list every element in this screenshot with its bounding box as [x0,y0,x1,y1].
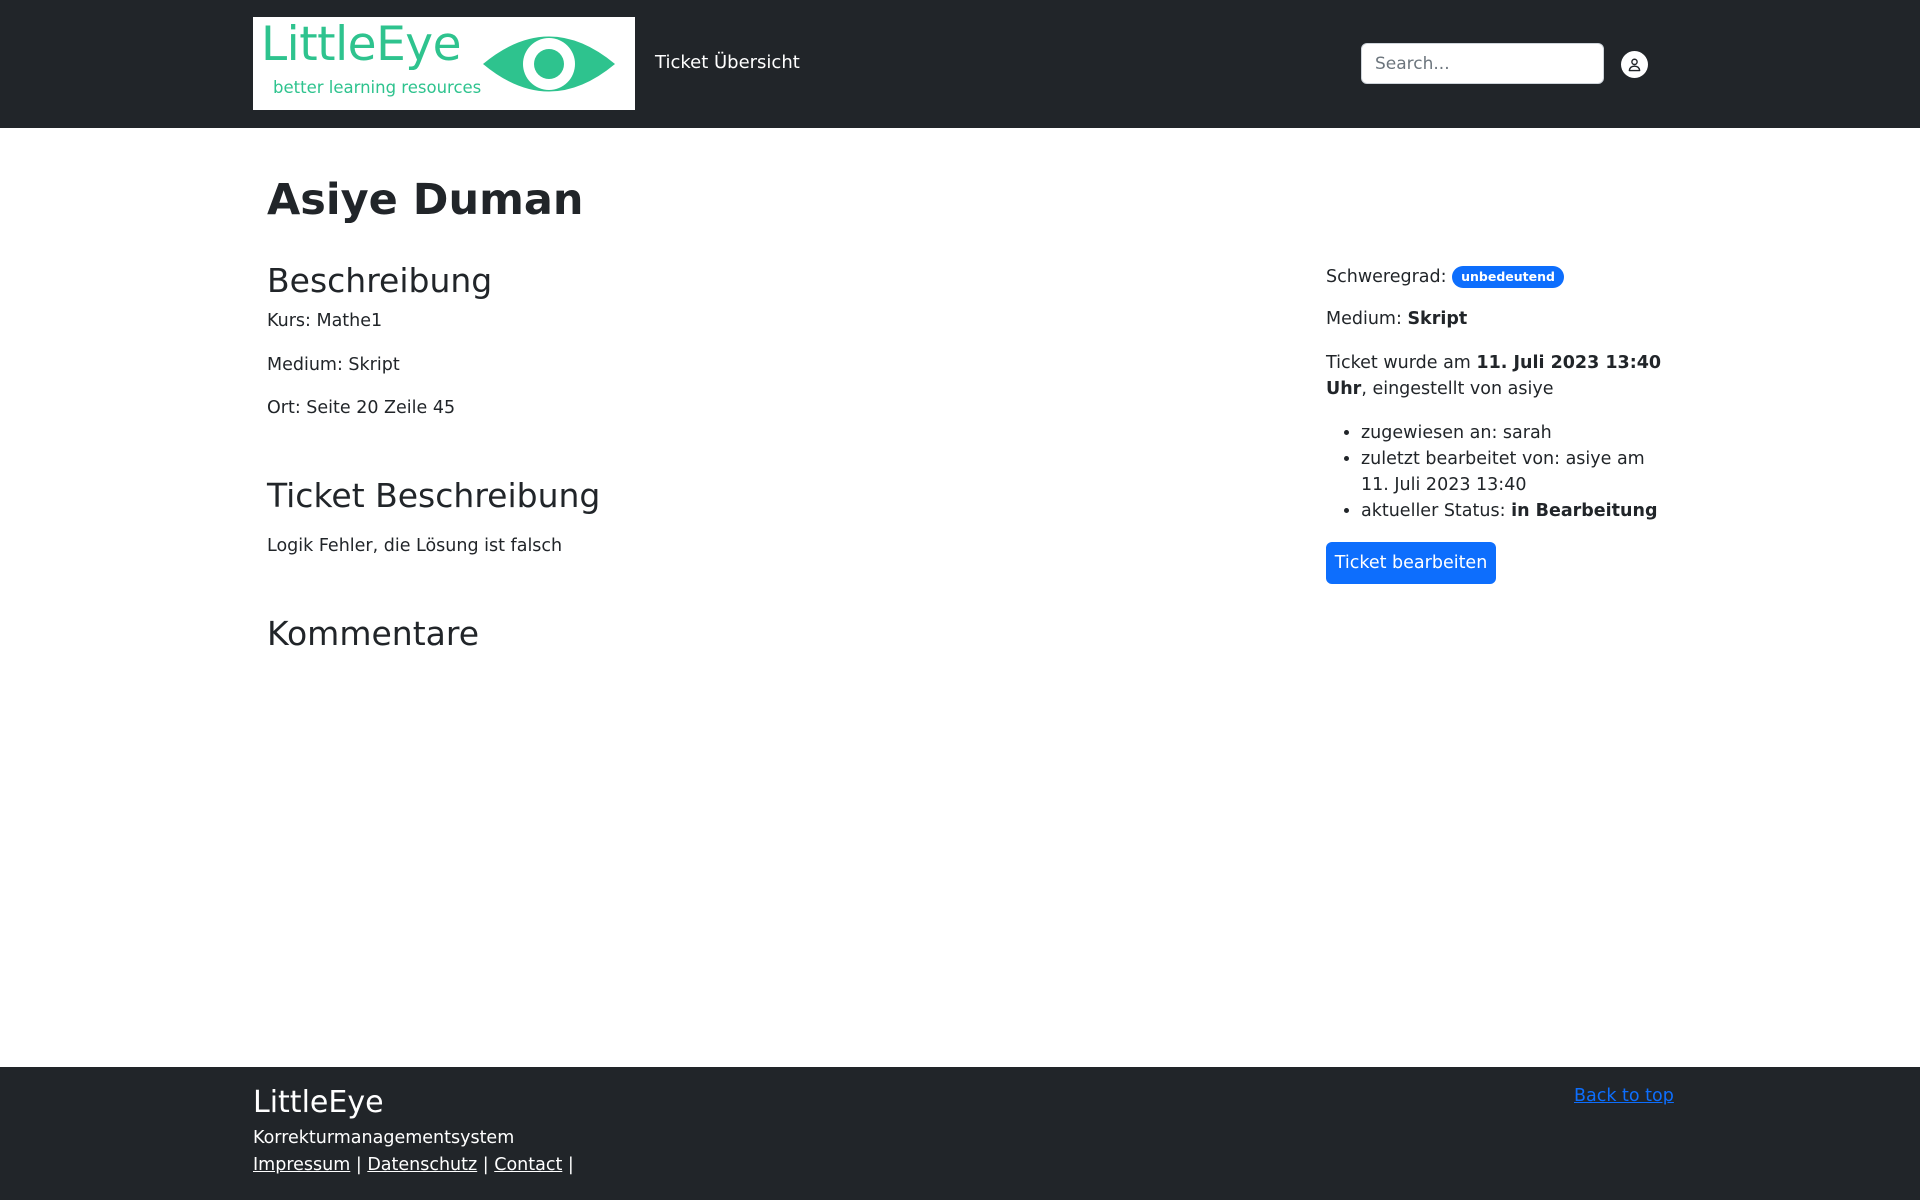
medium-row: Medium: Skript [1326,306,1467,332]
created-uhr: Uhr [1326,379,1362,399]
location-text: Ort: Seite 20 Zeile 45 [267,398,456,418]
description-heading: Beschreibung [267,261,493,300]
created-date: 11. Juli 2023 13:40 [1476,353,1662,373]
logo-title: LittleEye [261,17,462,72]
footer-subtitle: Korrekturmanagementsystem [253,1128,515,1148]
footer-link-impressum[interactable]: Impressum [253,1155,350,1175]
footer-brand: LittleEye [253,1085,384,1120]
logo-tagline: better learning resources [273,78,482,97]
severity-badge: unbedeutend [1452,266,1564,288]
medium-text: Medium: Skript [267,355,400,375]
footer-link-contact[interactable]: Contact [494,1155,562,1175]
ticket-description-heading: Ticket Beschreibung [267,476,601,515]
ticket-description-text: Logik Fehler, die Lösung ist falsch [267,536,563,556]
severity-label: Schweregrad: [1326,267,1447,287]
nav-link-ticket-overview[interactable]: Ticket Übersicht [655,51,800,75]
status-item: aktueller Status: in Bearbeitung [1361,498,1666,524]
comments-heading: Kommentare [267,614,480,653]
ticket-meta-list: zugewiesen an: sarah zuletzt bearbeitet … [1326,420,1666,524]
footer: LittleEye Korrekturmanagementsystem Impr… [0,1067,1920,1200]
last-edited-text: zuletzt bearbeitet von: asiye am 11. Jul… [1361,449,1645,495]
user-icon [1628,58,1641,72]
created-suffix: , eingestellt von asiye [1361,379,1554,399]
created-prefix: Ticket wurde am [1326,353,1471,373]
status-label: aktueller Status: [1361,501,1506,521]
medium-value: Skript [1407,309,1468,329]
edit-ticket-button[interactable]: Ticket bearbeiten [1326,542,1496,584]
severity-row: Schweregrad: unbedeutend [1326,264,1564,290]
status-value: in Bearbeitung [1511,501,1658,521]
footer-link-datenschutz[interactable]: Datenschutz [367,1155,477,1175]
footer-links: Impressum | Datenschutz | Contact | [253,1155,574,1175]
eye-icon [483,36,615,92]
course-text: Kurs: Mathe1 [267,311,383,331]
assigned-text: zugewiesen an: sarah [1361,423,1552,443]
navbar: LittleEye better learning resources Tick… [0,0,1920,128]
page-title: Asiye Duman [267,175,584,225]
created-info: Ticket wurde am 11. Juli 2023 13:40 Uhr,… [1326,350,1666,402]
brand-logo[interactable]: LittleEye better learning resources [253,17,635,110]
back-to-top-link[interactable]: Back to top [1574,1084,1674,1108]
medium-label: Medium: [1326,309,1402,329]
last-edited-item: zuletzt bearbeitet von: asiye am 11. Jul… [1361,446,1666,498]
user-menu-button[interactable] [1621,51,1648,78]
search-input[interactable] [1361,43,1604,84]
assigned-item: zugewiesen an: sarah [1361,420,1666,446]
